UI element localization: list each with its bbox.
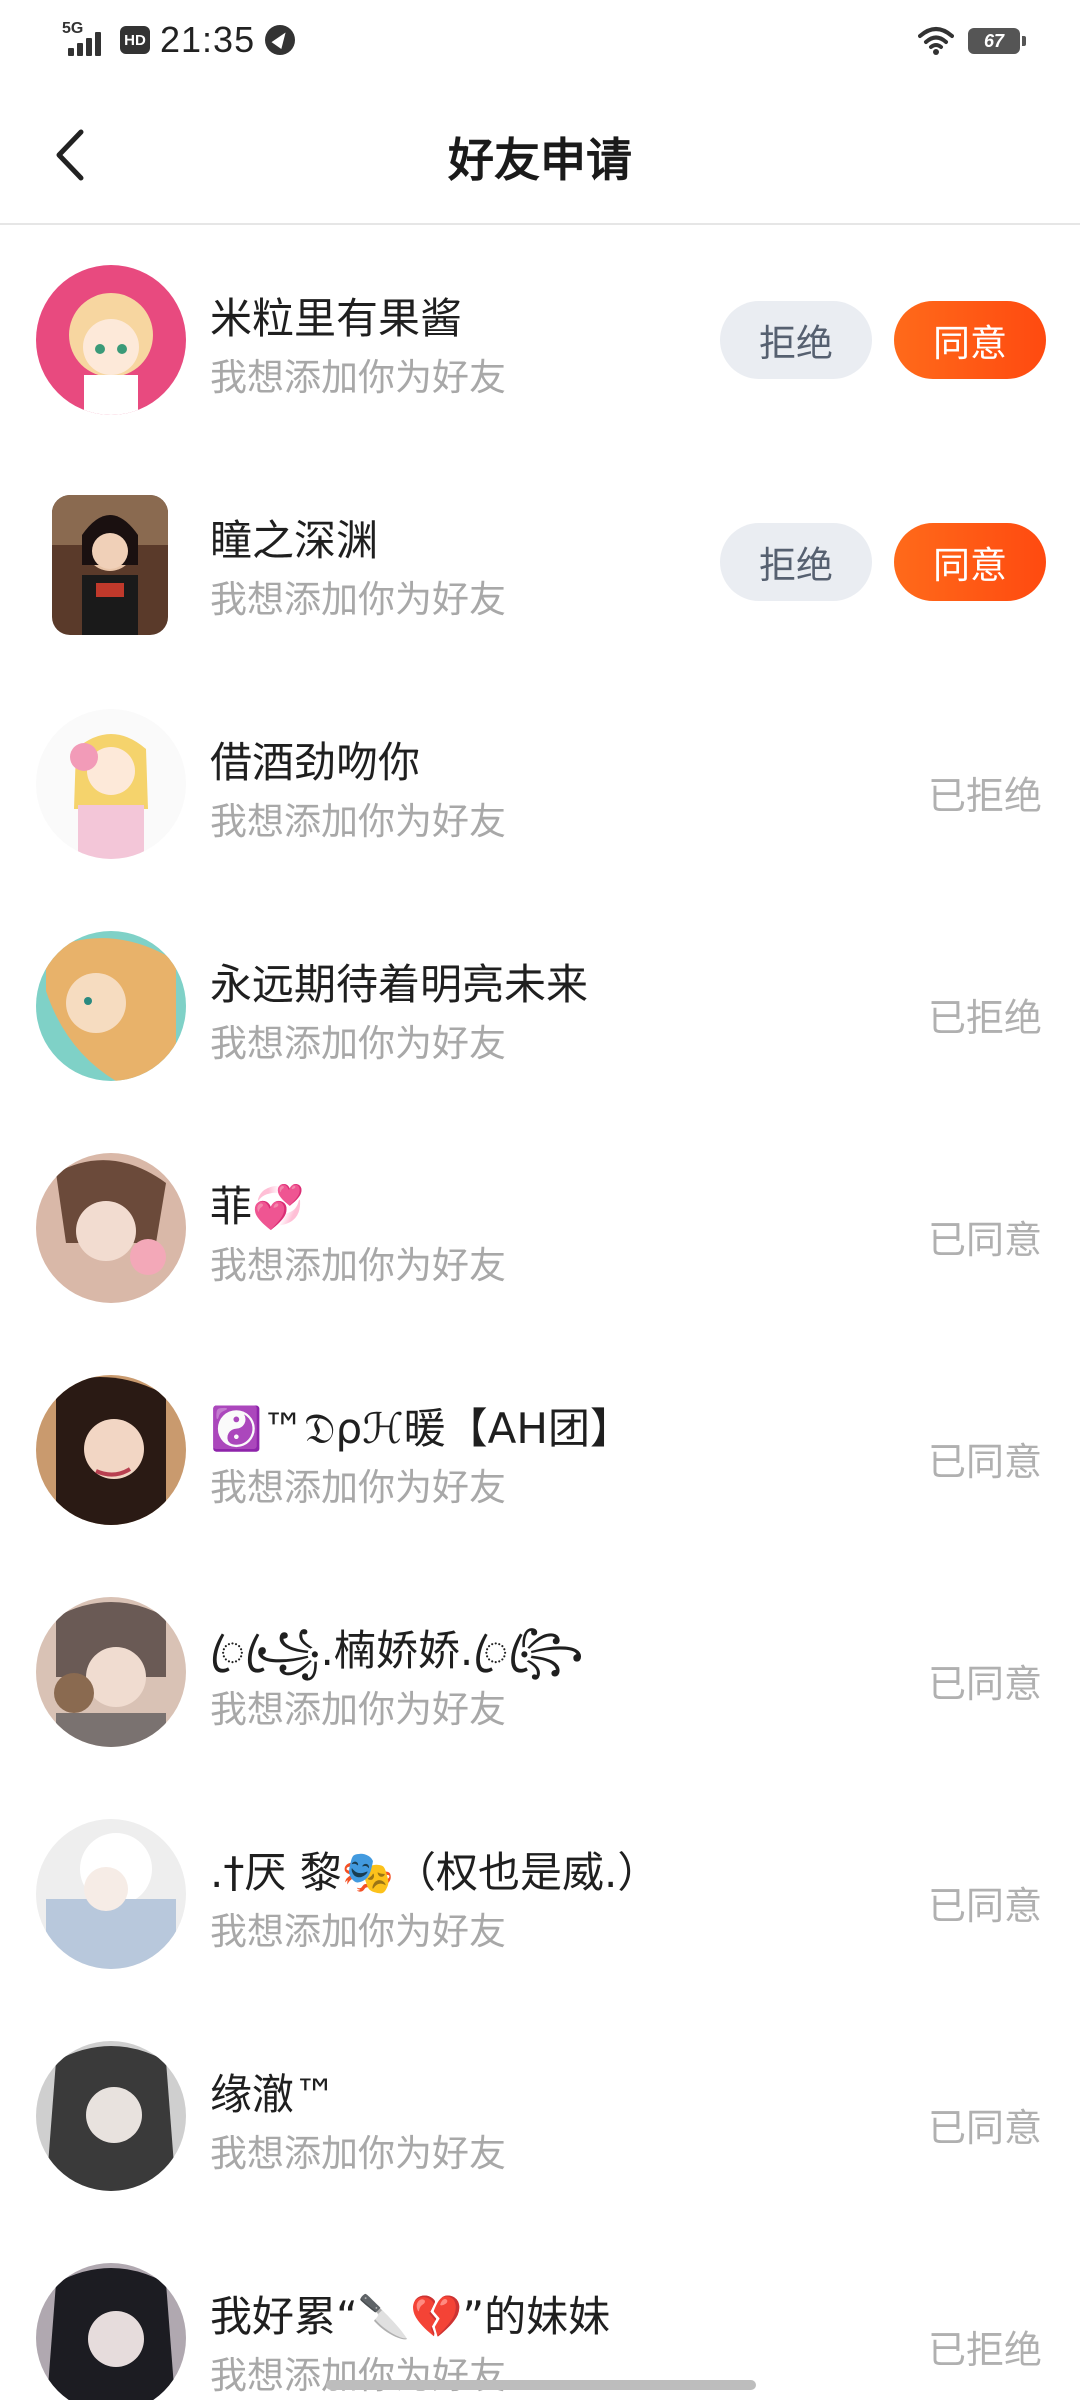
list-item: 借酒劲吻你 我想添加你为好友 已拒绝: [0, 669, 1080, 891]
request-status: 已拒绝: [927, 996, 1042, 1040]
avatar[interactable]: [36, 2041, 186, 2191]
wifi-icon: [918, 27, 954, 55]
list-item: 米粒里有果酱 我想添加你为好友 拒绝 同意: [0, 225, 1080, 447]
request-status: 已同意: [927, 1440, 1042, 1484]
reject-button[interactable]: 拒绝: [720, 523, 872, 601]
status-bar-left: 5G HD 21:35: [62, 18, 296, 62]
request-message: 我想添加你为好友: [210, 1688, 506, 1731]
screen: 5G HD 21:35 67 好友申请 米粒里有果酱 我想添加你为好友 拒绝 同…: [0, 0, 1080, 2400]
reject-button[interactable]: 拒绝: [720, 301, 872, 379]
request-status: 已同意: [927, 1218, 1042, 1262]
requester-name: 米粒里有果酱: [210, 294, 463, 343]
request-status: 已同意: [927, 1884, 1042, 1928]
request-message: 我想添加你为好友: [210, 800, 506, 843]
requester-name: ☯️™𝔇ρℋ暖【AH团】: [210, 1404, 632, 1453]
requester-name: 我好累“🔪💔”的妹妹: [210, 2292, 611, 2341]
network-type: 5G: [62, 20, 84, 37]
list-item: 菲💞 我想添加你为好友 已同意: [0, 1113, 1080, 1335]
compass-icon: [265, 25, 296, 55]
list-item: ꦿ꧁ꦿ.楠娇娇.ꦿ꧂ꦿ 我想添加你为好友 已同意: [0, 1557, 1080, 1779]
header: 好友申请: [0, 80, 1080, 225]
requester-name: 缘澈™: [210, 2070, 337, 2119]
battery-icon: 67: [968, 28, 1026, 54]
requester-name: 永远期待着明亮未来: [210, 960, 589, 1009]
list-item: 永远期待着明亮未来 我想添加你为好友 已拒绝: [0, 891, 1080, 1113]
home-indicator[interactable]: [326, 2380, 756, 2390]
avatar[interactable]: [36, 2263, 186, 2400]
requester-name: .†厌 黎🎭（权也是威.）: [210, 1848, 660, 1897]
list-item: 我好累“🔪💔”的妹妹 我想添加你为好友 已拒绝: [0, 2223, 1080, 2400]
avatar[interactable]: [36, 1597, 186, 1747]
avatar[interactable]: [36, 1375, 186, 1525]
hd-icon: HD: [120, 26, 150, 54]
avatar[interactable]: [36, 1153, 186, 1303]
avatar[interactable]: [52, 495, 168, 635]
cellular-signal-icon: 5G: [62, 20, 110, 60]
avatar[interactable]: [36, 931, 186, 1081]
status-bar-right: 67: [918, 22, 1026, 60]
status-bar: 5G HD 21:35 67: [0, 0, 1080, 80]
request-status: 已拒绝: [927, 2328, 1042, 2372]
request-message: 我想添加你为好友: [210, 578, 506, 621]
requester-name: 借酒劲吻你: [210, 738, 421, 787]
friend-request-list: 米粒里有果酱 我想添加你为好友 拒绝 同意 瞳之深渊 我想添加你为好友 拒绝 同…: [0, 225, 1080, 2400]
request-message: 我想添加你为好友: [210, 356, 506, 399]
request-message: 我想添加你为好友: [210, 1910, 506, 1953]
requester-name: 瞳之深渊: [210, 516, 379, 565]
requester-name: 菲💞: [210, 1182, 305, 1231]
accept-button[interactable]: 同意: [894, 301, 1046, 379]
list-item: 瞳之深渊 我想添加你为好友 拒绝 同意: [0, 447, 1080, 669]
avatar[interactable]: [36, 265, 186, 415]
list-item: 缘澈™ 我想添加你为好友 已同意: [0, 2001, 1080, 2223]
avatar[interactable]: [36, 1819, 186, 1969]
request-status: 已同意: [927, 1662, 1042, 1706]
request-message: 我想添加你为好友: [210, 2354, 506, 2397]
request-status: 已同意: [927, 2106, 1042, 2150]
request-message: 我想添加你为好友: [210, 1244, 506, 1287]
list-item: ☯️™𝔇ρℋ暖【AH团】 我想添加你为好友 已同意: [0, 1335, 1080, 1557]
request-status: 已拒绝: [927, 774, 1042, 818]
request-message: 我想添加你为好友: [210, 1466, 506, 1509]
list-item: .†厌 黎🎭（权也是威.） 我想添加你为好友 已同意: [0, 1779, 1080, 2001]
page-title: 好友申请: [448, 133, 632, 187]
accept-button[interactable]: 同意: [894, 523, 1046, 601]
request-message: 我想添加你为好友: [210, 1022, 506, 1065]
request-message: 我想添加你为好友: [210, 2132, 506, 2175]
avatar[interactable]: [36, 709, 186, 859]
status-time: 21:35: [160, 19, 256, 60]
